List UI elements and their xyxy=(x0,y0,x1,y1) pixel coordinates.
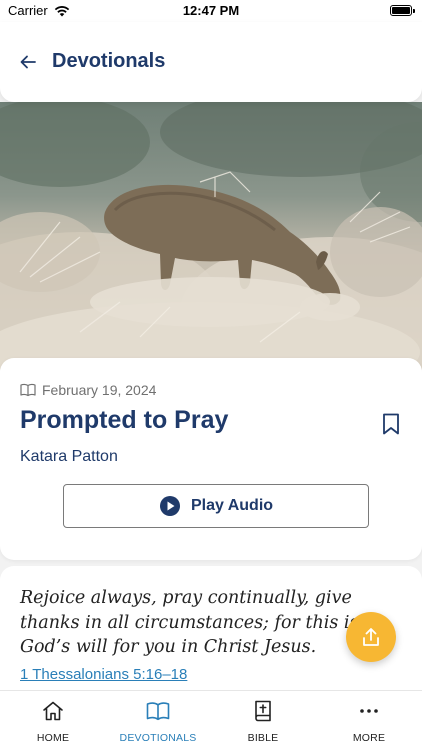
back-arrow-icon[interactable] xyxy=(18,52,38,72)
devotional-author: Katara Patton xyxy=(20,448,118,465)
status-bar: Carrier 12:47 PM xyxy=(0,0,422,22)
share-icon xyxy=(363,628,379,646)
more-dots-icon xyxy=(360,709,378,713)
battery-icon xyxy=(390,5,415,16)
open-book-icon xyxy=(146,702,170,721)
share-button[interactable] xyxy=(346,612,396,662)
devotional-date: February 19, 2024 xyxy=(42,382,157,398)
nav-item-home[interactable]: HOME xyxy=(8,691,98,750)
nav-label-home: HOME xyxy=(36,732,70,744)
nav-item-devotionals[interactable]: DEVOTIONALS xyxy=(113,691,203,750)
scripture-verse: Rejoice always, pray continually, give t… xyxy=(20,588,359,657)
app-header: Devotionals xyxy=(0,22,422,102)
status-time: 12:47 PM xyxy=(182,3,240,18)
deer-photo xyxy=(0,102,422,370)
home-icon xyxy=(43,701,63,721)
scripture-reference-link[interactable]: 1 Thessalonians 5:16–18 xyxy=(20,666,187,683)
bookmark-icon[interactable] xyxy=(382,413,400,435)
play-audio-button[interactable]: Play Audio xyxy=(63,484,369,528)
bottom-nav: HOME DEVOTIONALS BIBLE MORE xyxy=(0,690,422,750)
hero-image xyxy=(0,102,422,370)
nav-item-bible[interactable]: BIBLE xyxy=(218,691,308,750)
date-row: February 19, 2024 xyxy=(20,382,156,398)
play-audio-label: Play Audio xyxy=(190,497,274,514)
page-title: Devotionals xyxy=(52,50,166,72)
devotional-title: Prompted to Pray xyxy=(20,406,229,434)
nav-label-more: MORE xyxy=(352,732,386,744)
devotional-info-card: February 19, 2024 Prompted to Pray Katar… xyxy=(0,358,422,560)
nav-label-devotionals: DEVOTIONALS xyxy=(119,732,197,744)
play-icon xyxy=(159,496,180,516)
nav-label-bible: BIBLE xyxy=(247,732,279,744)
bible-icon xyxy=(255,700,271,722)
nav-item-more[interactable]: MORE xyxy=(324,691,414,750)
open-book-icon xyxy=(20,383,36,397)
